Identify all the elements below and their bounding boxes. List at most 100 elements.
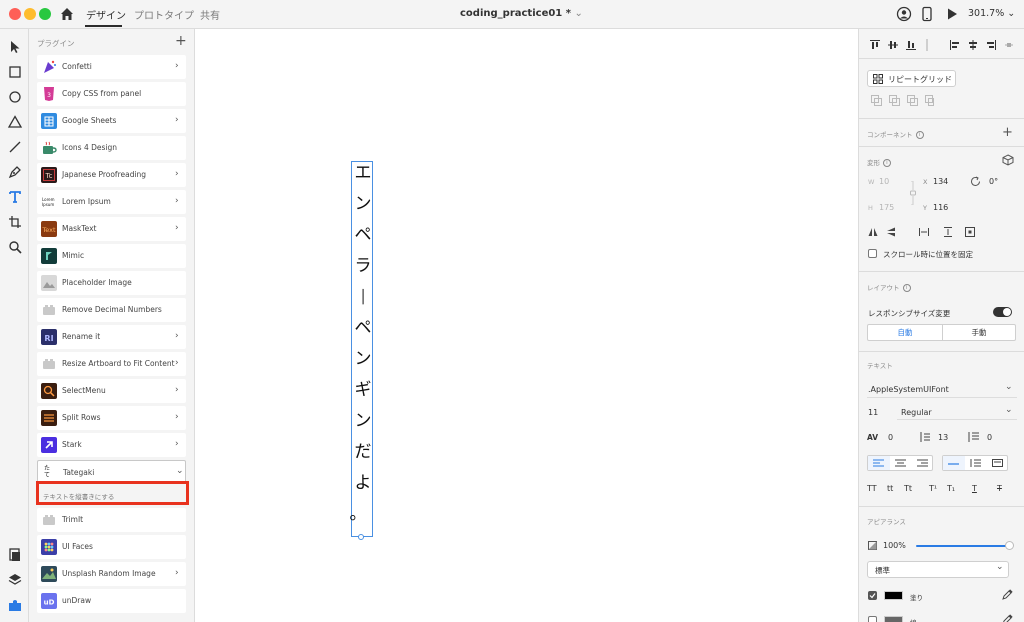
zoom-window-button[interactable] <box>39 8 51 20</box>
add-component-button[interactable]: + <box>1002 125 1013 140</box>
zoom-level[interactable]: 301.7% ⌄ <box>968 8 1015 19</box>
plugin-icons-4-design[interactable]: Icons 4 Design <box>37 136 186 160</box>
auto-height-icon[interactable] <box>965 456 987 470</box>
document-title[interactable]: coding_practice01 * ⌄ <box>460 8 583 19</box>
zoom-tool-icon[interactable] <box>7 239 23 255</box>
plugin-resize-artboard[interactable]: Resize Artboard to Fit Content › <box>37 352 186 376</box>
flip-horizontal-icon[interactable] <box>868 227 878 237</box>
font-size-input[interactable]: 11 <box>868 408 878 417</box>
artboard-tool-icon[interactable] <box>7 214 23 230</box>
lowercase-button[interactable]: tt <box>887 484 893 493</box>
superscript-button[interactable]: T¹ <box>929 484 937 493</box>
align-text-left-icon[interactable] <box>868 456 890 470</box>
link-icon[interactable] <box>909 181 917 205</box>
align-middle-icon[interactable] <box>887 39 899 51</box>
plugin-unsplash-random-image[interactable]: Unsplash Random Image › <box>37 562 186 586</box>
plugins-icon[interactable] <box>7 597 23 613</box>
plugin-masktext[interactable]: Text MaskText › <box>37 217 186 241</box>
underline-button[interactable]: T <box>972 484 977 493</box>
info-icon[interactable]: i <box>883 159 891 167</box>
uppercase-button[interactable]: TT <box>867 484 877 493</box>
play-icon[interactable] <box>945 7 959 21</box>
close-window-button[interactable] <box>9 8 21 20</box>
assets-icon[interactable] <box>7 547 23 563</box>
paragraph-spacing-input[interactable]: 0 <box>987 433 992 442</box>
distribute-horizontal-icon[interactable] <box>1003 39 1015 51</box>
canvas[interactable] <box>196 29 858 622</box>
line-tool-icon[interactable] <box>7 139 23 155</box>
text-tool-icon[interactable] <box>7 189 23 205</box>
auto-option[interactable]: 自動 <box>868 325 942 340</box>
plugin-selectmenu[interactable]: SelectMenu › <box>37 379 186 403</box>
pin-left-right-icon[interactable] <box>919 227 929 237</box>
distribute-vertical-icon[interactable] <box>923 39 931 51</box>
character-spacing-input[interactable]: 0 <box>888 433 893 442</box>
plugin-remove-decimal-numbers[interactable]: Remove Decimal Numbers <box>37 298 186 322</box>
opacity-slider-thumb[interactable] <box>1005 541 1014 550</box>
opacity-slider-track[interactable] <box>916 545 1008 547</box>
titlecase-button[interactable]: Tt <box>904 484 912 493</box>
align-center-icon[interactable] <box>967 39 979 51</box>
plugin-confetti[interactable]: Confetti › <box>37 55 186 79</box>
pen-tool-icon[interactable] <box>7 164 23 180</box>
plugin-placeholder-image[interactable]: Placeholder Image <box>37 271 186 295</box>
select-tool-icon[interactable] <box>7 39 23 55</box>
ellipse-tool-icon[interactable] <box>7 89 23 105</box>
border-checkbox[interactable] <box>868 616 877 622</box>
align-right-icon[interactable] <box>985 39 997 51</box>
fill-color-swatch[interactable] <box>884 591 903 600</box>
eyedropper-icon[interactable] <box>1002 589 1013 600</box>
align-text-right-icon[interactable] <box>912 456 934 470</box>
plugin-mimic[interactable]: Mimic <box>37 244 186 268</box>
plugin-trimit[interactable]: TrimIt <box>37 508 186 532</box>
plugin-stark[interactable]: Stark › <box>37 433 186 457</box>
pin-edges-icon[interactable] <box>965 227 975 237</box>
plugin-undraw[interactable]: uD unDraw <box>37 589 186 613</box>
minimize-window-button[interactable] <box>24 8 36 20</box>
fix-scroll-checkbox[interactable] <box>868 249 877 258</box>
pin-top-bottom-icon[interactable] <box>943 227 953 237</box>
tab-design[interactable]: デザイン <box>86 7 126 22</box>
layers-icon[interactable] <box>7 572 23 588</box>
info-icon[interactable]: i <box>915 131 924 139</box>
fill-checkbox[interactable] <box>868 591 877 600</box>
plugin-copy-css[interactable]: 3 Copy CSS from panel <box>37 82 186 106</box>
home-icon[interactable] <box>59 6 75 22</box>
subscript-button[interactable]: T₁ <box>947 484 955 493</box>
repeat-grid-button[interactable]: リピートグリッド <box>867 70 956 87</box>
auto-width-icon[interactable] <box>943 456 965 470</box>
align-left-icon[interactable] <box>949 39 961 51</box>
rotation-input[interactable]: 0° <box>989 177 998 186</box>
blend-mode-select[interactable]: 標準 ⌄ <box>867 561 1009 578</box>
flip-vertical-icon[interactable] <box>886 227 896 237</box>
fixed-size-icon[interactable] <box>987 456 1009 470</box>
plugin-ui-faces[interactable]: UI Faces <box>37 535 186 559</box>
x-input[interactable]: 134 <box>933 177 948 186</box>
polygon-tool-icon[interactable] <box>7 114 23 130</box>
plugin-rename-it[interactable]: RI Rename it › <box>37 325 186 349</box>
responsive-resize-toggle[interactable] <box>993 307 1012 317</box>
font-family-select[interactable]: .AppleSystemUIFont <box>868 385 949 394</box>
border-color-swatch[interactable] <box>884 616 903 622</box>
plugin-split-rows[interactable]: Split Rows › <box>37 406 186 430</box>
width-input[interactable]: 10 <box>879 177 889 186</box>
strikethrough-button[interactable]: T <box>997 484 1002 493</box>
tab-prototype[interactable]: プロトタイプ <box>134 7 194 22</box>
vertical-text-box[interactable]: エ ン ペ ラ │ ペ ン ギ ン だ よ 。 <box>350 161 373 537</box>
tab-share[interactable]: 共有 <box>200 7 220 22</box>
plugin-google-sheets[interactable]: Google Sheets › <box>37 109 186 133</box>
eyedropper-icon[interactable] <box>1002 614 1013 622</box>
opacity-input[interactable]: 100% <box>883 541 906 550</box>
align-top-icon[interactable] <box>869 39 881 51</box>
line-spacing-input[interactable]: 13 <box>938 433 948 442</box>
height-input[interactable]: 175 <box>879 203 894 212</box>
user-icon[interactable] <box>896 6 912 22</box>
resize-handle[interactable] <box>358 534 364 540</box>
3d-transform-icon[interactable] <box>1002 154 1014 166</box>
align-bottom-icon[interactable] <box>905 39 917 51</box>
font-weight-select[interactable]: Regular <box>901 408 932 417</box>
info-icon[interactable]: i <box>902 284 911 292</box>
rectangle-tool-icon[interactable] <box>7 64 23 80</box>
add-plugin-button[interactable]: + <box>175 33 187 49</box>
align-text-center-icon[interactable] <box>890 456 912 470</box>
